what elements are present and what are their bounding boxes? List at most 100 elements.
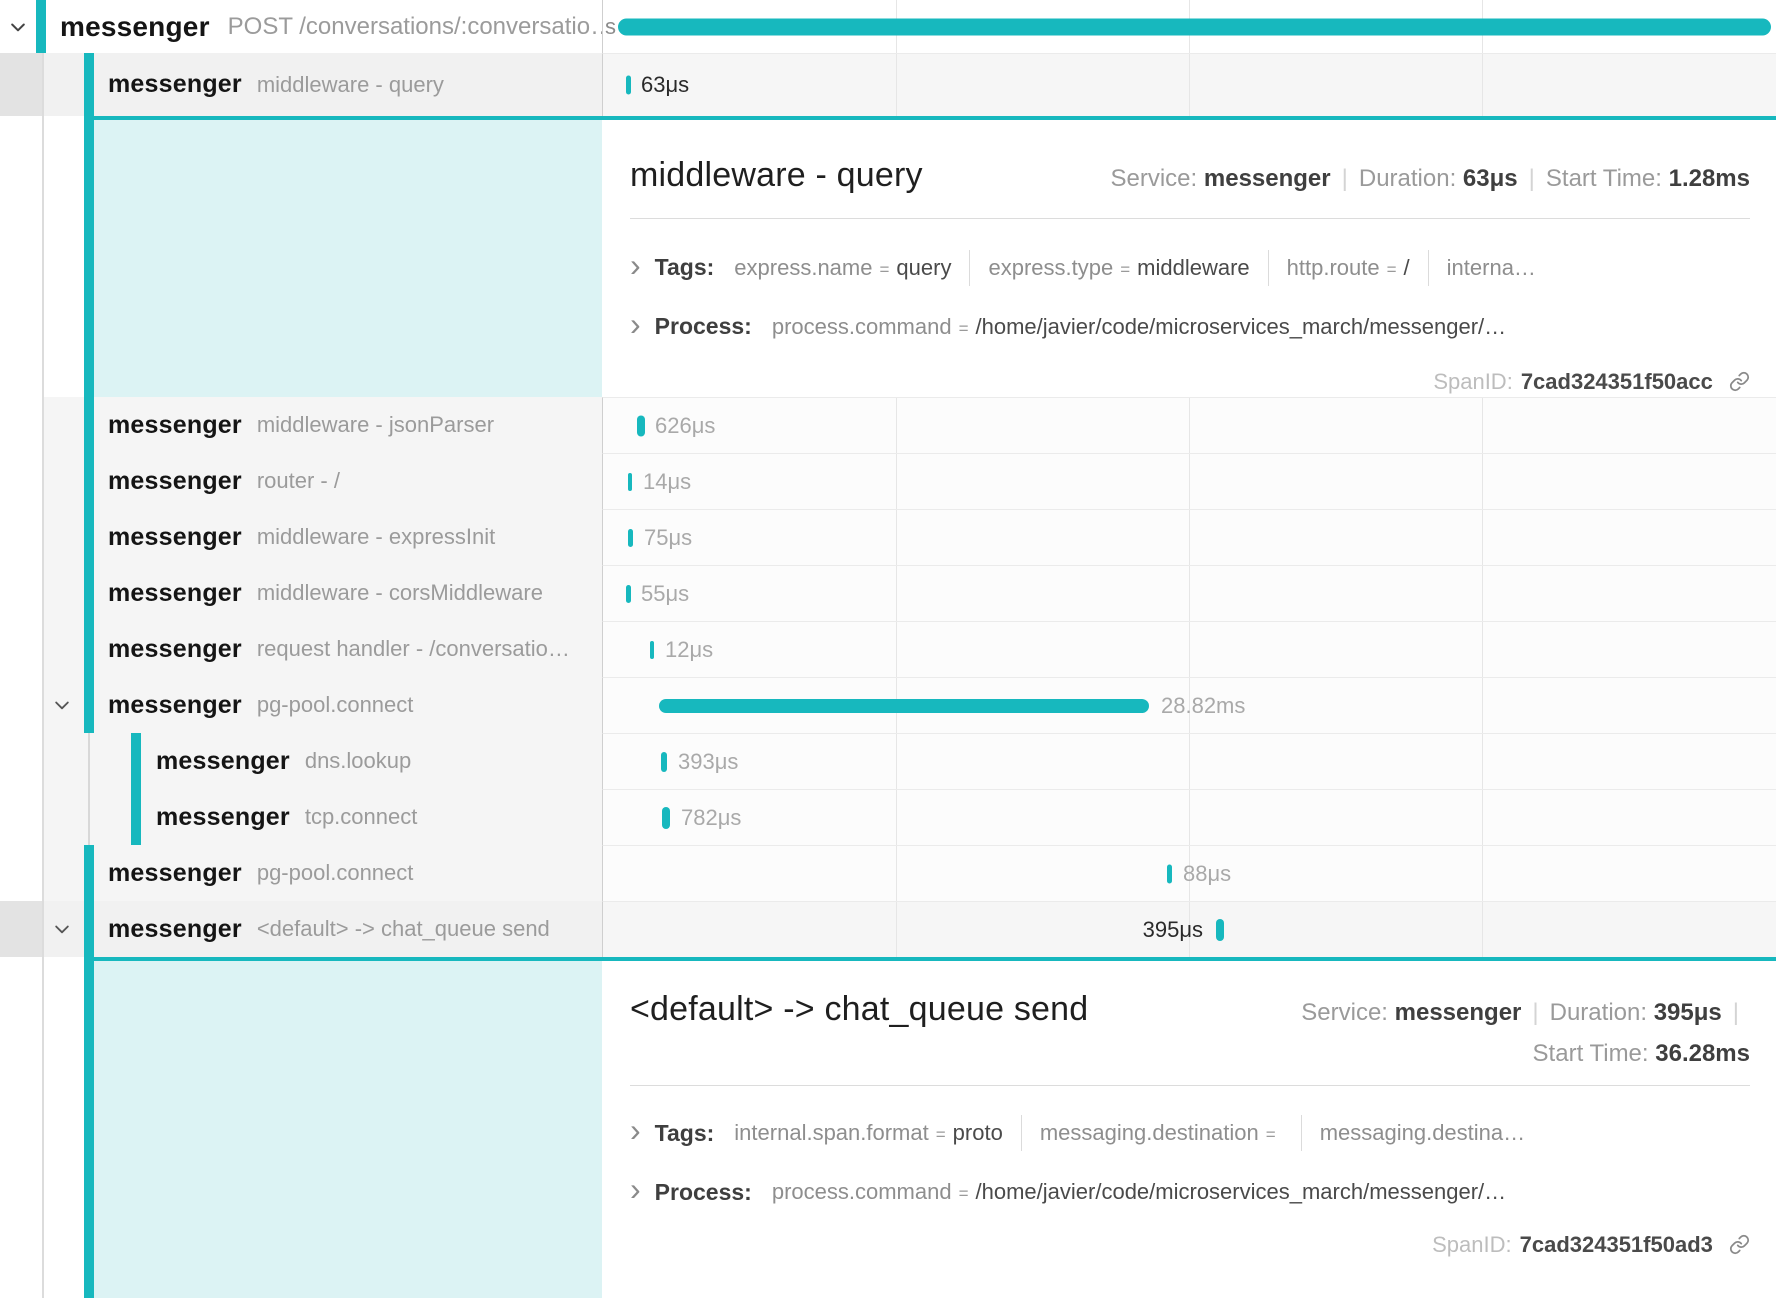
- span-bar[interactable]: [626, 76, 631, 95]
- span-bar[interactable]: [628, 473, 632, 491]
- span-name-cell[interactable]: messenger middleware - expressInit: [0, 509, 602, 565]
- span-id-label: SpanID:: [1433, 369, 1513, 394]
- span-name-cell[interactable]: messenger middleware - corsMiddleware: [0, 565, 602, 621]
- timeline-cell: 12μs: [602, 621, 1776, 677]
- start-time-value: 36.28ms: [1655, 1040, 1750, 1067]
- service-name: messenger: [108, 635, 242, 664]
- process-item: process.command = /home/javier/code/micr…: [772, 1179, 1506, 1205]
- duration-value: 395μs: [1654, 999, 1722, 1026]
- collapse-chevron-icon[interactable]: [52, 695, 72, 715]
- span-name-cell[interactable]: messenger middleware - jsonParser: [0, 397, 602, 453]
- span-row-root: messenger POST /conversations/:conversat…: [0, 0, 1776, 53]
- operation-name: tcp.connect: [305, 804, 418, 830]
- duration-value: 63μs: [1463, 165, 1518, 192]
- timeline-cell: 55μs: [602, 565, 1776, 621]
- span-detail-panel-chat-queue-send: <default> -> chat_queue send Service: me…: [0, 957, 1776, 1298]
- service-name: messenger: [108, 70, 242, 99]
- span-name-cell[interactable]: messengerdns.lookup: [0, 733, 602, 789]
- operation-name: middleware - expressInit: [257, 524, 495, 550]
- process-row[interactable]: › Process: process.command = /home/javie…: [630, 1174, 1750, 1210]
- span-name-cell[interactable]: messenger middleware - query: [0, 53, 602, 116]
- span-duration-label: 55μs: [641, 581, 689, 607]
- tags-label: Tags:: [655, 254, 715, 281]
- span-row-corsmiddleware: messenger middleware - corsMiddleware 55μ…: [0, 565, 1776, 621]
- link-icon[interactable]: [1729, 1234, 1750, 1255]
- span-duration-label: 14μs: [643, 469, 691, 495]
- start-time-value: 1.28ms: [1669, 165, 1750, 192]
- service-color-bar: [84, 621, 94, 677]
- timeline-cell: 28.82ms: [602, 677, 1776, 733]
- span-bar[interactable]: [628, 529, 633, 547]
- span-duration-label: 12μs: [665, 637, 713, 663]
- span-duration-label: 63μs: [641, 72, 689, 98]
- span-row-tcp-connect: messengertcp.connect 782μs: [0, 789, 1776, 845]
- span-name-cell[interactable]: messengertcp.connect: [0, 789, 602, 845]
- span-id-row: SpanID:7cad324351f50ad3: [630, 1232, 1750, 1258]
- operation-name: middleware - jsonParser: [257, 412, 494, 438]
- tag-item: messaging.destination =: [1040, 1120, 1283, 1146]
- timeline-cell: 626μs: [602, 397, 1776, 453]
- span-row-pgpool-connect: messengerpg-pool.connect 28.82ms: [0, 677, 1776, 733]
- span-bar[interactable]: [650, 641, 654, 659]
- timeline-cell: 75μs: [602, 509, 1776, 565]
- process-row[interactable]: › Process: process.command = /home/javie…: [630, 309, 1750, 345]
- service-name: messenger: [108, 523, 242, 552]
- timeline-cell: 63μs: [602, 53, 1776, 116]
- service-color-bar: [131, 733, 141, 789]
- duration-label: Duration:: [1359, 165, 1456, 192]
- service-color-bar: [84, 901, 94, 957]
- span-name-cell[interactable]: messengerpg-pool.connect: [0, 677, 602, 733]
- meta-line-1: Service: messenger|Duration: 395μs|: [1301, 999, 1750, 1026]
- span-bar[interactable]: [1216, 919, 1224, 941]
- collapse-chevron-icon[interactable]: [8, 17, 28, 37]
- service-name: messenger: [108, 579, 242, 608]
- meta-line-2: Start Time: 36.28ms: [1301, 1040, 1750, 1068]
- tags-row[interactable]: › Tags: express.name = query express.typ…: [630, 250, 1750, 286]
- link-icon[interactable]: [1729, 371, 1750, 392]
- service-name: messenger: [108, 411, 242, 440]
- tag-item: http.route = /: [1287, 255, 1410, 281]
- span-duration-label: 782μs: [681, 805, 741, 831]
- span-bar[interactable]: [618, 18, 1771, 35]
- expand-chevron-icon: ›: [630, 313, 641, 335]
- tag-item: express.type = middleware: [988, 255, 1249, 281]
- span-name-cell[interactable]: messengerpg-pool.connect: [0, 845, 602, 901]
- service-color-bar: [84, 509, 94, 565]
- service-color-bar: [84, 53, 94, 116]
- span-duration-label: 626μs: [655, 413, 715, 439]
- span-name-cell[interactable]: messengerrequest handler - /conversatio…: [0, 621, 602, 677]
- timeline-cell: 782μs: [602, 789, 1776, 845]
- span-bar[interactable]: [661, 752, 667, 772]
- collapse-chevron-icon[interactable]: [52, 919, 72, 939]
- span-row-dns-lookup: messengerdns.lookup 393μs: [0, 733, 1776, 789]
- span-row-request-handler: messengerrequest handler - /conversatio……: [0, 621, 1776, 677]
- service-name: messenger: [60, 11, 210, 43]
- service-color-bar: [84, 565, 94, 621]
- span-row-router: messengerrouter - / 14μs: [0, 453, 1776, 509]
- span-detail-content: <default> -> chat_queue send Service: me…: [602, 957, 1776, 1298]
- operation-name: <default> -> chat_queue send: [257, 916, 550, 942]
- tags-label: Tags:: [655, 1120, 715, 1147]
- service-value: messenger: [1395, 999, 1522, 1026]
- span-row-jsonparser: messenger middleware - jsonParser 626μs: [0, 397, 1776, 453]
- span-bar[interactable]: [662, 807, 670, 829]
- start-time-label: Start Time:: [1533, 1040, 1649, 1067]
- span-id-row: SpanID:7cad324351f50acc: [630, 369, 1750, 395]
- tags-row[interactable]: › Tags: internal.span.format = proto mes…: [630, 1115, 1750, 1151]
- span-duration-label: 395μs: [1143, 917, 1203, 943]
- timeline-cell: 14μs: [602, 453, 1776, 509]
- span-name-cell[interactable]: messenger<default> -> chat_queue send: [0, 901, 602, 957]
- span-bar[interactable]: [637, 415, 645, 436]
- timeline-cell: 88μs: [602, 845, 1776, 901]
- detail-panel-accent-bg: [94, 116, 602, 397]
- operation-name: POST /conversations/:conversatio…: [228, 13, 602, 41]
- span-name-cell-root[interactable]: messenger POST /conversations/:conversat…: [0, 0, 602, 53]
- service-color-bar: [84, 397, 94, 453]
- service-name: messenger: [108, 467, 242, 496]
- operation-name: middleware - corsMiddleware: [257, 580, 543, 606]
- span-bar[interactable]: [626, 585, 631, 603]
- span-bar[interactable]: [1167, 864, 1172, 883]
- span-bar[interactable]: [659, 699, 1149, 713]
- span-name-cell[interactable]: messengerrouter - /: [0, 453, 602, 509]
- timeline-cell: 393μs: [602, 733, 1776, 789]
